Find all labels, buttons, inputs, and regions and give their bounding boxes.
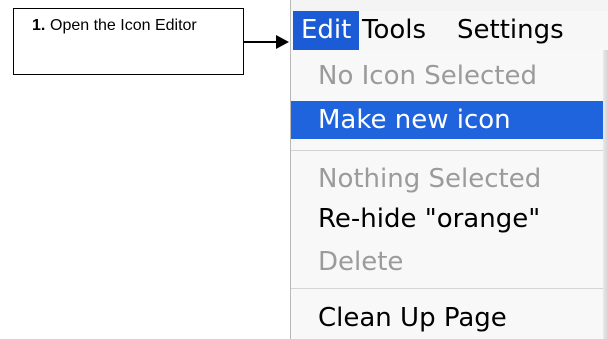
menu-separator: [291, 288, 608, 289]
step-number: 1.: [32, 17, 46, 34]
menu-item-nothing-selected: Nothing Selected: [318, 164, 542, 194]
menu-bar: Edit Tools Settings: [291, 11, 608, 51]
instruction-callout: 1. Open the Icon Editor: [13, 8, 244, 75]
menu-item-make-new-icon[interactable]: Make new icon: [291, 101, 608, 139]
menu-item-no-icon-selected: No Icon Selected: [318, 61, 537, 91]
app-screenshot: Edit Tools Settings No Icon Selected Mak…: [290, 0, 608, 339]
menu-settings[interactable]: Settings: [457, 11, 564, 50]
menu-tools[interactable]: Tools: [362, 11, 426, 50]
menu-edit[interactable]: Edit: [293, 11, 360, 50]
arrow-right-icon: [244, 35, 289, 49]
instruction-text: Open the Icon Editor: [50, 17, 197, 34]
menu-separator: [291, 150, 608, 151]
menu-item-delete: Delete: [318, 247, 404, 277]
window-edge: [603, 50, 608, 339]
menu-item-re-hide[interactable]: Re-hide "orange": [291, 200, 608, 238]
edit-menu-dropdown: No Icon Selected Make new icon Nothing S…: [291, 50, 608, 339]
menu-item-clean-up-page[interactable]: Clean Up Page: [291, 299, 608, 337]
